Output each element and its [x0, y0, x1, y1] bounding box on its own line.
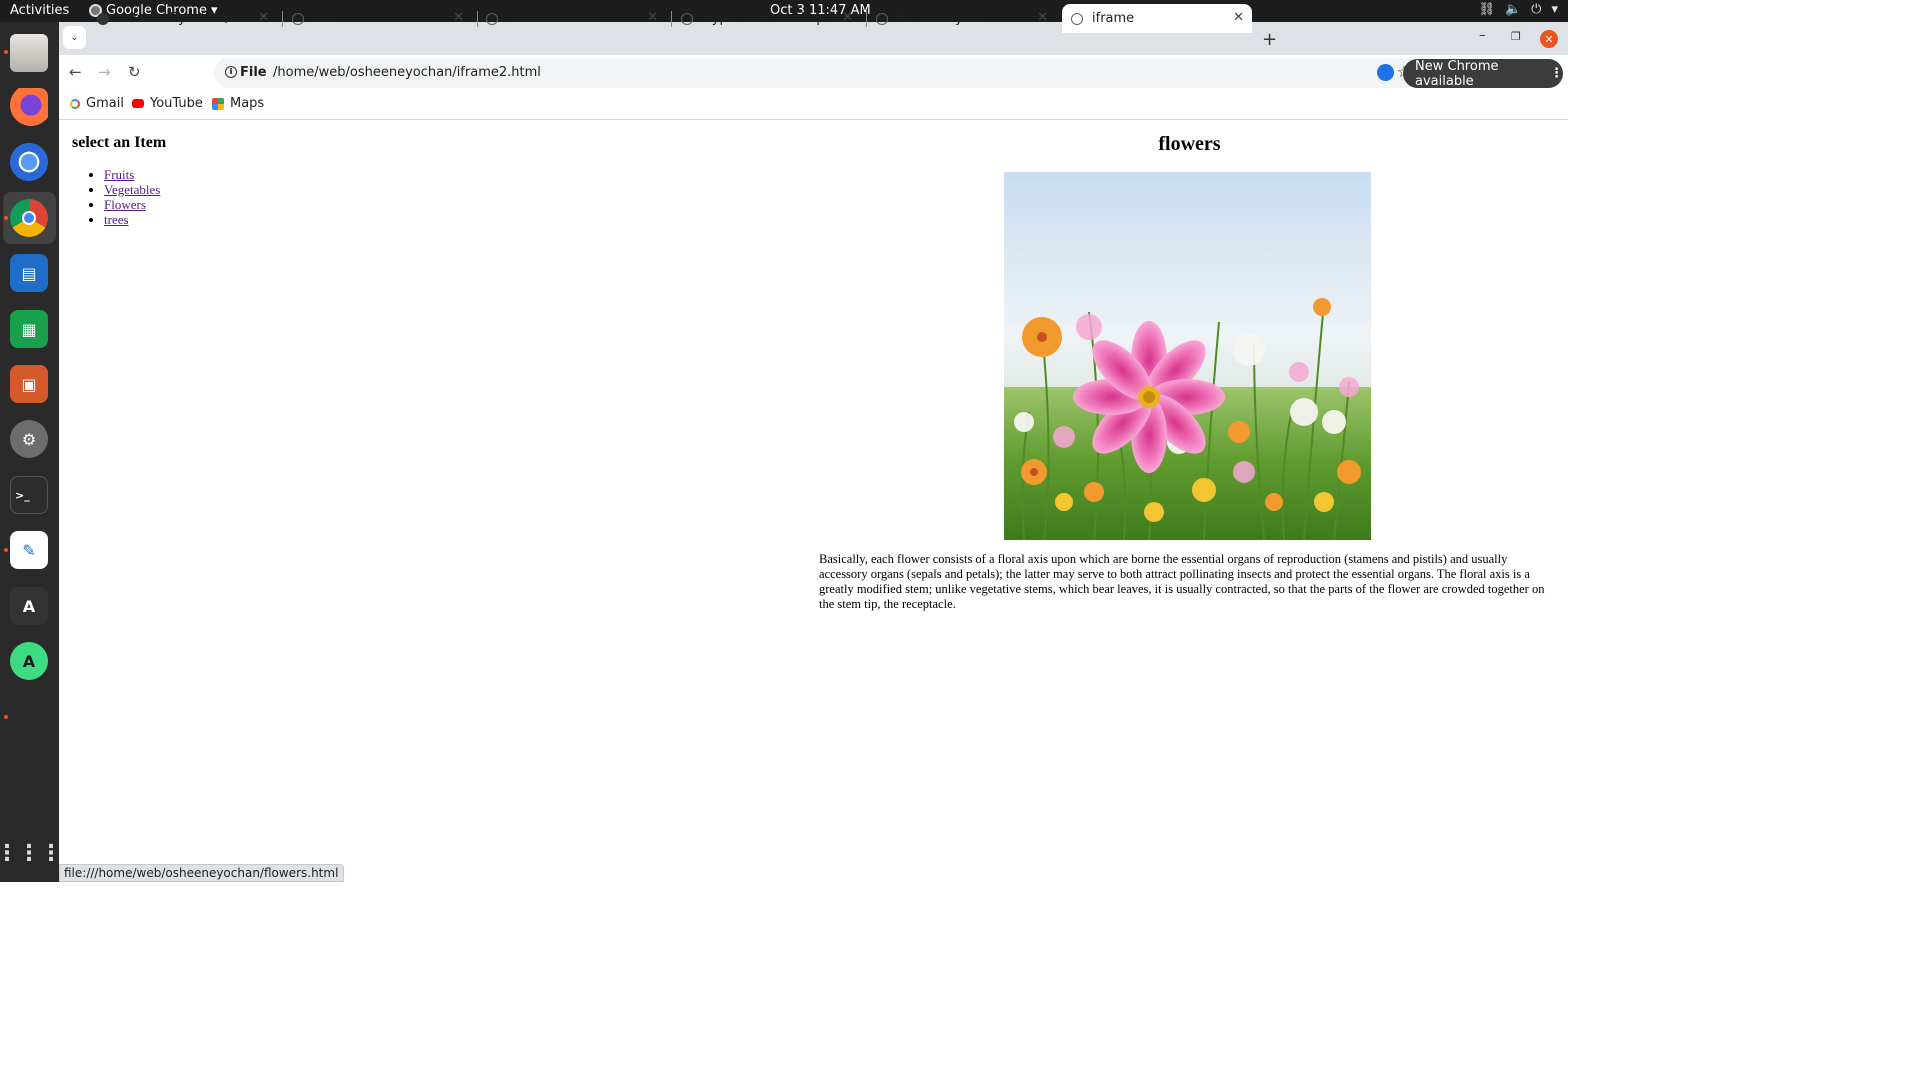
- tab-separator: [477, 11, 478, 27]
- tab-github[interactable]: osheen-Eyochan/html ✕: [97, 4, 277, 33]
- link-flowers[interactable]: Flowers: [104, 197, 146, 212]
- close-icon[interactable]: ✕: [258, 10, 269, 25]
- tab-title: iframe: [1092, 11, 1135, 26]
- globe-icon: [876, 12, 888, 25]
- tab-search-button[interactable]: ⌄: [63, 26, 86, 49]
- text-editor-icon[interactable]: ✎: [10, 531, 48, 569]
- scheme-chip[interactable]: File: [240, 65, 267, 80]
- close-icon[interactable]: ✕: [842, 10, 853, 25]
- inkscape-icon[interactable]: A: [10, 587, 48, 625]
- firefox-icon[interactable]: [10, 88, 48, 126]
- power-icon: ⏻: [1531, 2, 1542, 17]
- chrome-icon[interactable]: [10, 199, 48, 237]
- tab-rit-kottayam[interactable]: RIT kottayam ✕: [876, 4, 1056, 33]
- tab-title: list: [313, 11, 333, 26]
- volume-icon: 🔈: [1504, 2, 1522, 17]
- page-viewport: select an Item Fruits Vegetables Flowers…: [59, 121, 1568, 882]
- chromium-icon[interactable]: [10, 143, 48, 181]
- activities-button[interactable]: Activities: [10, 3, 69, 18]
- github-icon: [97, 12, 109, 25]
- forward-icon[interactable]: →: [98, 63, 111, 81]
- list-item: Flowers: [104, 197, 160, 212]
- flower-image: [1004, 172, 1371, 540]
- bookmark-label: Maps: [230, 96, 265, 111]
- link-vegetables[interactable]: Vegetables: [104, 182, 160, 197]
- close-icon: ✕: [1544, 32, 1554, 46]
- address-bar[interactable]: i File /home/web/osheeneyochan/iframe2.h…: [214, 58, 1421, 88]
- android-studio-icon[interactable]: A: [10, 642, 48, 680]
- writer-icon[interactable]: ▤: [10, 254, 48, 292]
- tab-title: osheen-Eyochan/html: [118, 11, 258, 26]
- globe-icon: [1071, 12, 1083, 25]
- running-indicator: [4, 715, 8, 719]
- terminal-icon[interactable]: >_: [10, 476, 48, 514]
- tab-html[interactable]: Hyper text markup langu ✕: [681, 4, 861, 33]
- tab-title: Indianfestivals: [507, 11, 602, 26]
- new-tab-button[interactable]: +: [1262, 29, 1277, 50]
- menu-iframe: select an Item Fruits Vegetables Flowers…: [59, 121, 811, 882]
- close-icon[interactable]: ✕: [1233, 10, 1244, 25]
- update-label: New Chrome available: [1415, 58, 1499, 89]
- link-fruits[interactable]: Fruits: [104, 167, 134, 182]
- menu-heading: select an Item: [72, 134, 167, 151]
- close-icon[interactable]: ✕: [453, 10, 464, 25]
- content-iframe: flowers Basically, each flower consists …: [811, 121, 1568, 882]
- bookmark-maps[interactable]: Maps: [212, 96, 264, 111]
- window-close-button[interactable]: ✕: [1540, 30, 1558, 48]
- update-chrome-button[interactable]: New Chrome available ⋮: [1403, 58, 1563, 89]
- settings-icon[interactable]: ⚙: [10, 420, 48, 458]
- tab-title: Hyper text markup langu: [702, 11, 838, 26]
- impress-icon[interactable]: ▣: [10, 365, 48, 403]
- item-list: Fruits Vegetables Flowers trees: [104, 167, 160, 227]
- content-paragraph: Basically, each flower consists of a flo…: [819, 552, 1545, 611]
- tab-iframe[interactable]: iframe ✕: [1062, 4, 1252, 33]
- google-icon: [70, 98, 80, 109]
- list-item: trees: [104, 212, 160, 227]
- restore-icon[interactable]: ❐: [1511, 30, 1521, 43]
- url-text[interactable]: /home/web/osheeneyochan/iframe2.html: [273, 65, 541, 80]
- tab-indianfestivals[interactable]: Indianfestivals ✕: [486, 4, 666, 33]
- maps-icon: [212, 97, 224, 110]
- minimize-icon[interactable]: –: [1479, 28, 1486, 43]
- calc-icon[interactable]: ▦: [10, 310, 48, 348]
- running-indicator: [4, 216, 8, 220]
- close-icon[interactable]: ✕: [1037, 10, 1048, 25]
- running-indicator: [4, 548, 8, 552]
- link-status-bubble: file:///home/web/osheeneyochan/flowers.h…: [59, 864, 345, 882]
- list-item: Fruits: [104, 167, 160, 182]
- content-heading: flowers: [1158, 133, 1221, 155]
- link-trees[interactable]: trees: [104, 212, 129, 227]
- bookmark-youtube[interactable]: YouTube: [132, 96, 203, 111]
- running-indicator: [4, 50, 8, 54]
- show-applications-icon[interactable]: ⋮⋮⋮: [0, 834, 62, 872]
- bookmark-gmail[interactable]: Gmail: [70, 96, 124, 111]
- list-item: Vegetables: [104, 182, 160, 197]
- chevron-down-icon: ⌄: [70, 32, 79, 43]
- info-icon[interactable]: i: [225, 66, 237, 78]
- globe-icon: [292, 12, 304, 25]
- tab-title: RIT kottayam: [897, 11, 984, 26]
- tab-separator: [671, 11, 672, 27]
- reload-icon[interactable]: ↻: [128, 63, 141, 81]
- tab-list[interactable]: list ✕: [292, 4, 472, 33]
- files-icon[interactable]: [10, 34, 48, 72]
- back-icon[interactable]: ←: [69, 63, 82, 81]
- dock: ▤ ▦ ▣ ⚙ >_ ✎ A A ⋮⋮⋮: [0, 22, 62, 882]
- profile-avatar-icon[interactable]: [1377, 64, 1394, 81]
- more-menu-icon: ⋮: [1550, 66, 1563, 81]
- tab-separator: [866, 11, 867, 27]
- globe-icon: [681, 12, 693, 25]
- tab-separator: [282, 11, 283, 27]
- browser-toolbar: ← → ↻ i File /home/web/osheeneyochan/ifr…: [59, 55, 1568, 91]
- system-tray[interactable]: ⛓ 🔈 ⏻ ▾: [1478, 2, 1558, 17]
- bookmarks-bar: Gmail YouTube Maps: [59, 91, 1568, 120]
- youtube-icon: [132, 99, 144, 108]
- caret-down-icon: ▾: [1551, 2, 1558, 17]
- globe-icon: [486, 12, 498, 25]
- close-icon[interactable]: ✕: [647, 10, 658, 25]
- bookmark-label: YouTube: [150, 96, 203, 111]
- network-icon: ⛓: [1478, 2, 1495, 17]
- bookmark-label: Gmail: [86, 96, 124, 111]
